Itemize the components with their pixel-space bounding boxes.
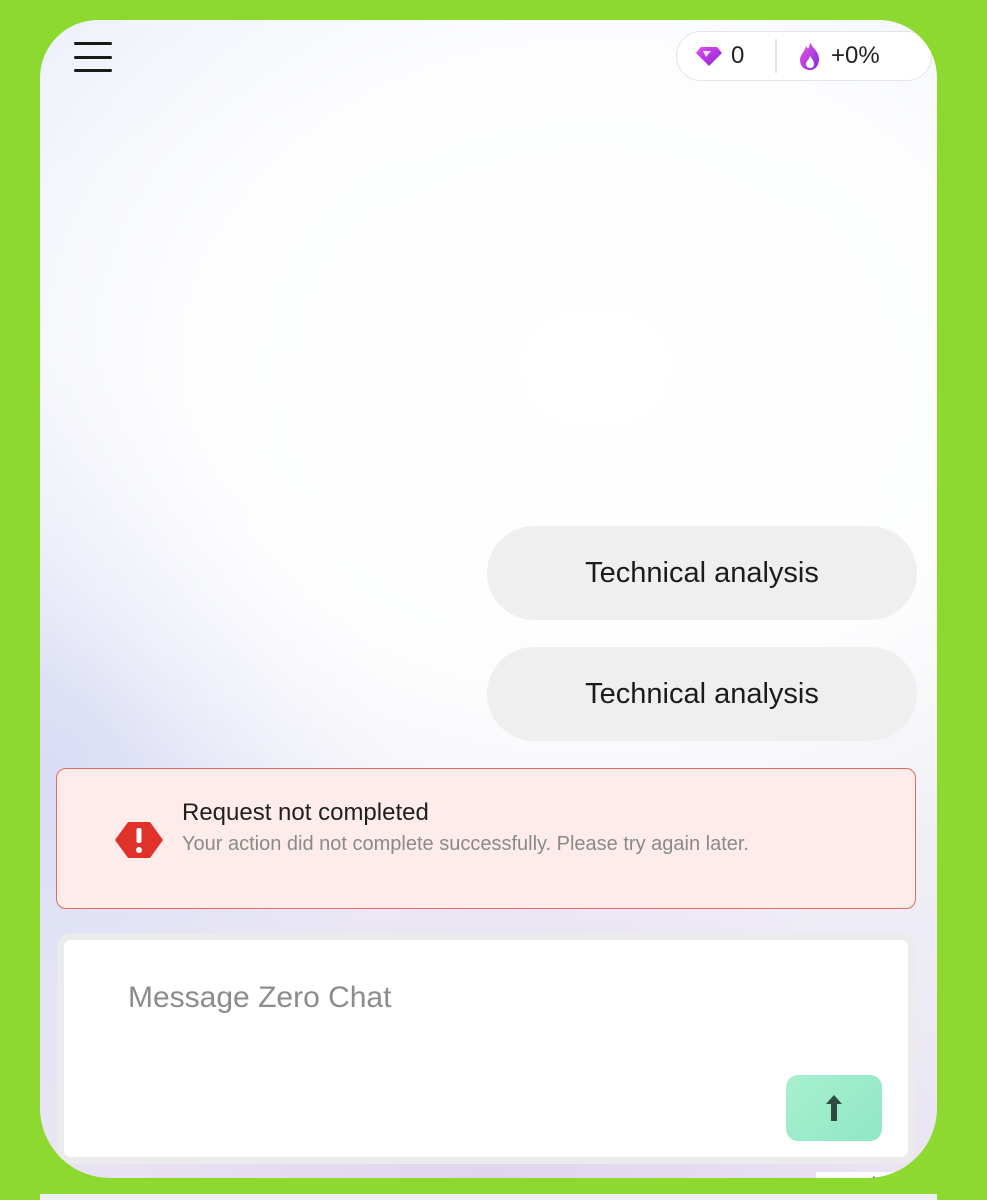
- corner-overlay: [816, 1172, 906, 1178]
- flame-icon: [800, 42, 819, 70]
- user-message-bubble: Technical analysis: [487, 647, 917, 741]
- chat-screen: 0 +0% Technical analysis Technical analy…: [40, 20, 937, 1178]
- user-message-bubble: Technical analysis: [487, 526, 917, 620]
- bottom-strip: [40, 1194, 937, 1200]
- send-button[interactable]: [786, 1075, 882, 1141]
- arrow-up-icon: [826, 1095, 842, 1121]
- message-input[interactable]: [126, 972, 830, 1024]
- gems-counter[interactable]: 0: [677, 32, 775, 80]
- warning-icon: [115, 822, 163, 858]
- stats-pill: 0 +0%: [676, 31, 932, 81]
- streak-counter[interactable]: +0%: [777, 32, 880, 80]
- diamond-icon: [696, 47, 722, 66]
- gems-value: 0: [731, 42, 745, 69]
- error-title: Request not completed: [182, 799, 429, 826]
- message-composer: [57, 933, 915, 1164]
- partial-logo-icon: [872, 1176, 876, 1178]
- streak-value: +0%: [831, 42, 880, 69]
- hamburger-menu-icon[interactable]: [74, 42, 116, 72]
- screenshot-frame: 0 +0% Technical analysis Technical analy…: [0, 0, 987, 1200]
- error-banner: Request not completed Your action did no…: [56, 768, 916, 909]
- error-message: Your action did not complete successfull…: [182, 833, 749, 855]
